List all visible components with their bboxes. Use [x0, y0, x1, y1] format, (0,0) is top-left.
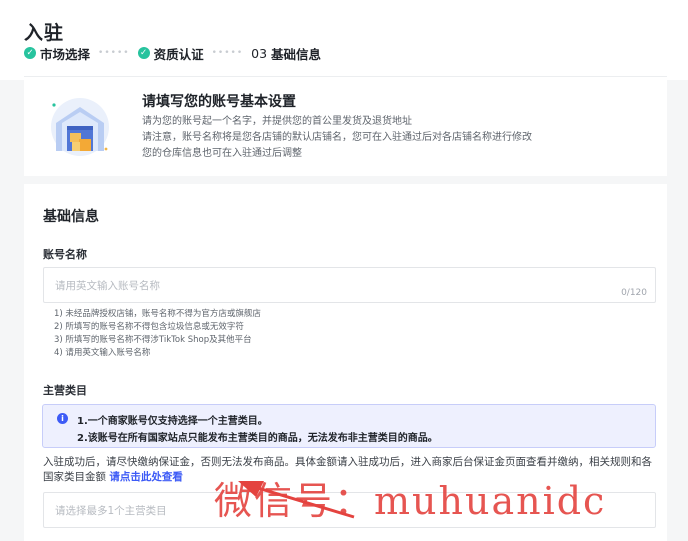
step-separator: •••••: [211, 48, 244, 58]
account-name-rule: 4) 请用英文输入账号名称: [54, 348, 151, 358]
notice-line: 2.该账号在所有国家站点只能发布主营类目的商品，无法发布非主营类目的商品。: [77, 433, 438, 444]
main-category-placeholder: 请选择最多1个主营类目: [55, 505, 167, 517]
step-basic-info: 03 基础信息: [251, 44, 321, 63]
intro-text-line: 请为您的账号起一个名字，并提供您的首公里发货及退货地址: [142, 116, 412, 127]
step-label: 基础信息: [271, 46, 322, 62]
intro-card: 请填写您的账号基本设置 请为您的账号起一个名字，并提供您的首公里发货及退货地址 …: [24, 76, 667, 176]
step-market-selection[interactable]: ✓ 市场选择: [24, 44, 90, 63]
account-name-placeholder: 请用英文输入账号名称: [55, 280, 160, 292]
account-name-label: 账号名称: [43, 248, 87, 261]
step-number: 03: [251, 45, 268, 61]
watermark-text: 微信号：muhuanidc: [214, 479, 607, 523]
section-title: 基础信息: [43, 209, 99, 225]
check-icon: ✓: [24, 47, 36, 59]
progress-steps: ✓ 市场选择 ••••• ✓ 资质认证 ••••• 03 基础信息: [24, 44, 321, 62]
main-category-label: 主营类目: [43, 384, 87, 397]
notice-line: 1.一个商家账号仅支持选择一个主营类目。: [77, 416, 268, 427]
account-name-input[interactable]: 请用英文输入账号名称 0/120: [43, 267, 656, 303]
account-name-rule: 2) 所填写的账号名称不得包含垃圾信息或无效字符: [54, 322, 244, 332]
info-icon: i: [57, 413, 68, 424]
intro-text-line: 您的仓库信息也可在入驻通过后调整: [142, 148, 302, 159]
account-name-rule: 1) 未经品牌授权店铺，账号名称不得为官方店或旗舰店: [54, 309, 261, 319]
intro-text-line: 请注意，账号名称将是您各店铺的默认店铺名，您可在入驻通过后对各店铺名称进行修改: [142, 132, 532, 143]
category-notice: i 1.一个商家账号仅支持选择一个主营类目。 2.该账号在所有国家站点只能发布主…: [42, 404, 656, 448]
step-label: 资质认证: [153, 46, 204, 62]
view-details-link[interactable]: 请点击此处查看: [109, 471, 183, 483]
step-separator: •••••: [98, 48, 130, 58]
warehouse-icon: [51, 98, 109, 156]
intro-title: 请填写您的账号基本设置: [142, 94, 296, 110]
check-icon: ✓: [137, 47, 150, 59]
page-title: 入驻: [24, 22, 65, 44]
step-qualification[interactable]: ✓ 资质认证: [137, 44, 204, 63]
character-counter: 0/120: [621, 288, 647, 298]
step-label: 市场选择: [40, 46, 91, 62]
page-header: 入驻 ✓ 市场选择 ••••• ✓ 资质认证 ••••• 03 基础信息: [0, 0, 688, 80]
account-name-rule: 3) 所填写的账号名称不得涉TikTok Shop及其他平台: [54, 335, 252, 345]
